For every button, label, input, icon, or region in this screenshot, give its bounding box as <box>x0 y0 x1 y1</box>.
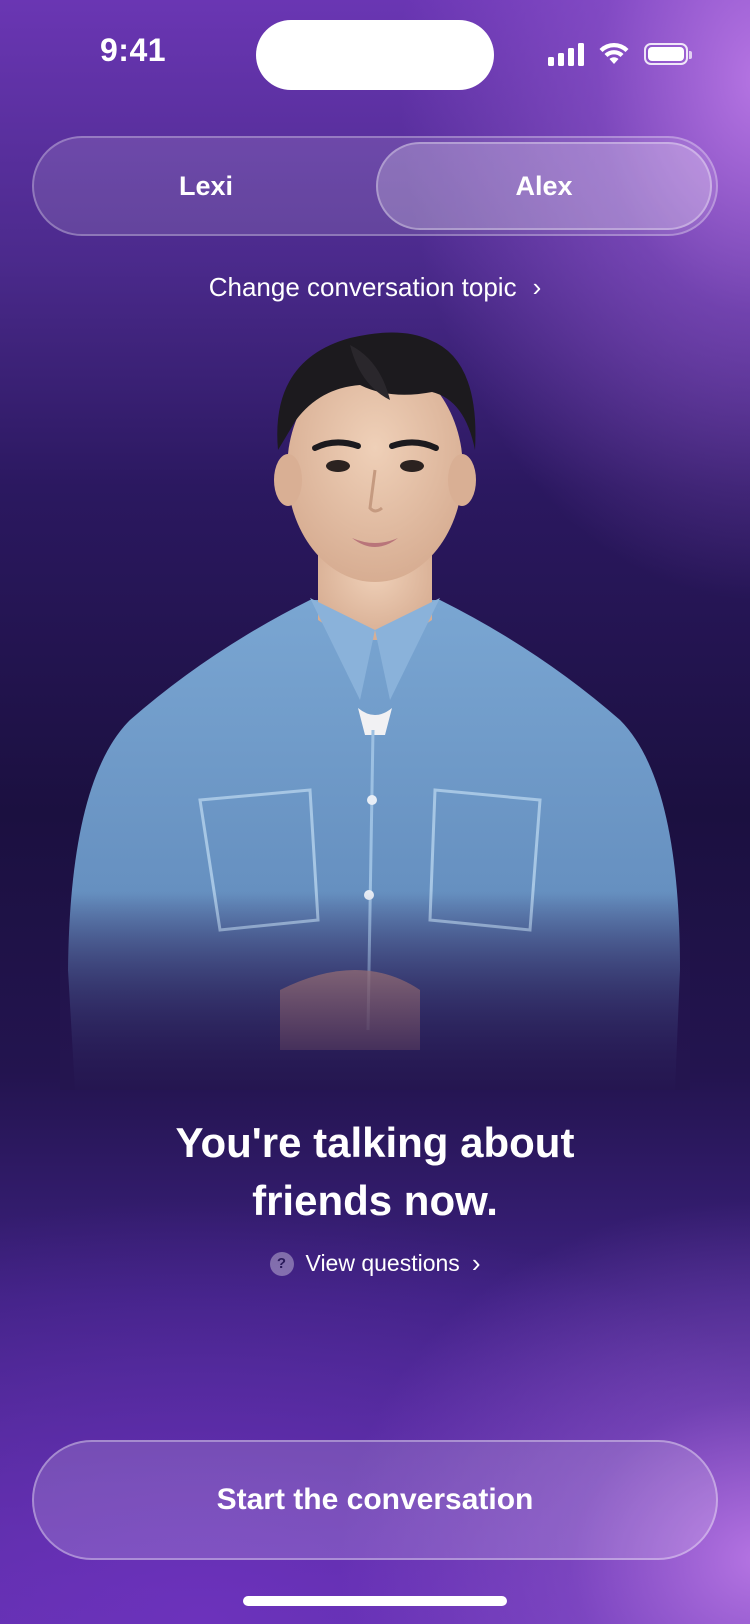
view-questions-link[interactable]: ? View questions › <box>0 1248 750 1279</box>
help-icon: ? <box>269 1251 294 1276</box>
battery-icon <box>644 43 692 65</box>
chevron-right-icon: › <box>532 272 542 302</box>
headline-line-1: You're talking about <box>175 1119 575 1166</box>
wifi-icon <box>599 42 629 64</box>
signal-icon <box>548 42 584 66</box>
status-time: 9:41 <box>100 32 167 68</box>
tutor-selector: Lexi Alex <box>32 136 718 236</box>
tutor-option-alex[interactable]: Alex <box>376 142 712 230</box>
start-conversation-button[interactable]: Start the conversation <box>32 1440 718 1560</box>
change-topic-link[interactable]: Change conversation topic › <box>0 272 750 303</box>
dynamic-island <box>256 20 494 90</box>
avatar <box>60 330 690 1090</box>
home-indicator <box>243 1596 507 1606</box>
status-icons <box>548 40 692 68</box>
chevron-right-icon: › <box>471 1248 481 1278</box>
headline-line-2: friends now. <box>252 1177 498 1224</box>
change-topic-label: Change conversation topic <box>208 272 517 302</box>
topic-headline: You're talking about friends now. <box>0 1114 750 1230</box>
tutor-option-lexi[interactable]: Lexi <box>38 142 374 230</box>
view-questions-label: View questions <box>305 1250 460 1276</box>
avatar-illustration <box>60 332 690 1090</box>
screen: 9:41 Lexi Alex Change conversation topic… <box>0 0 750 1624</box>
